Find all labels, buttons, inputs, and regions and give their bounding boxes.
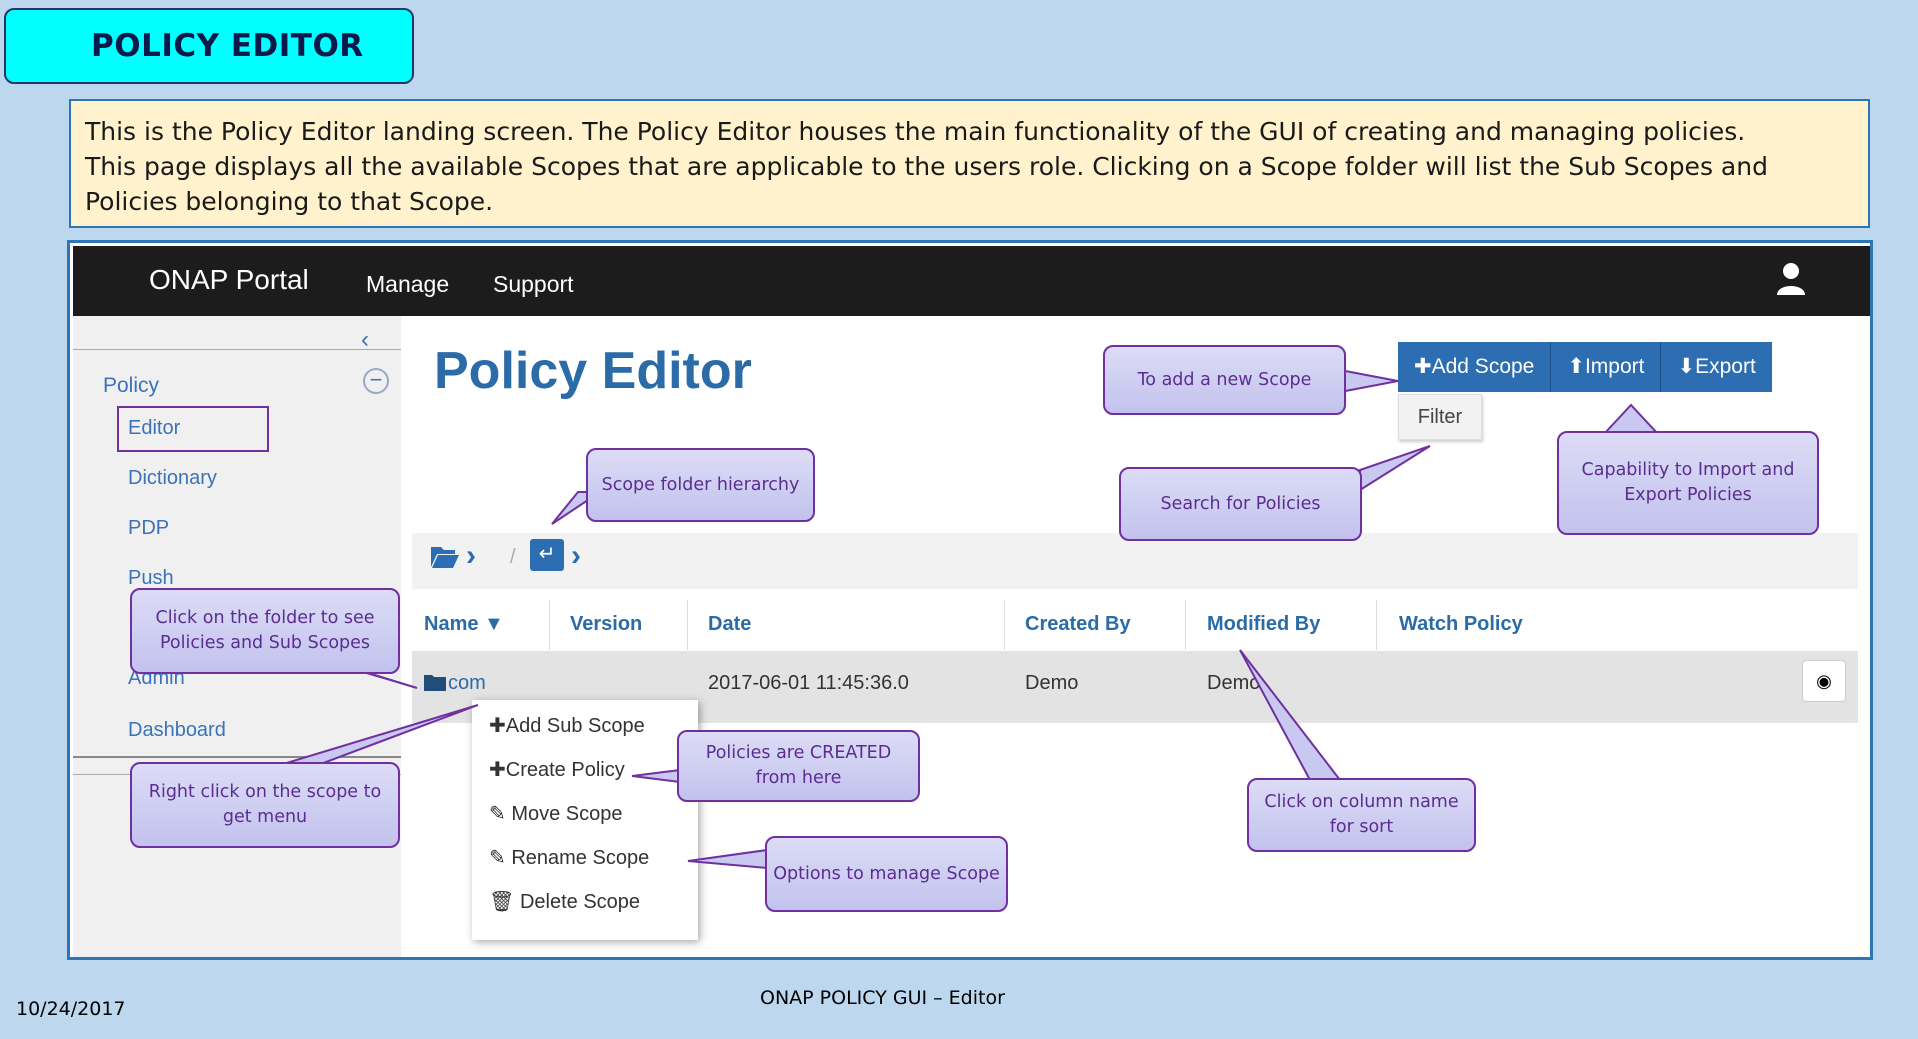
callout-sort: Click on column name for sort [1247,778,1476,852]
callout-add-scope: To add a new Scope [1103,345,1346,415]
callout-folder-hierarchy: Scope folder hierarchy [586,448,815,522]
callout-options: Options to manage Scope [765,836,1008,912]
callout-import-export: Capability to Import and Export Policies [1557,431,1819,535]
callout-search: Search for Policies [1119,467,1362,541]
callout-policies-created: Policies are CREATED from here [677,730,920,802]
callout-right-click: Right click on the scope to get menu [130,762,400,848]
callout-click-folder: Click on the folder to see Policies and … [130,588,400,674]
